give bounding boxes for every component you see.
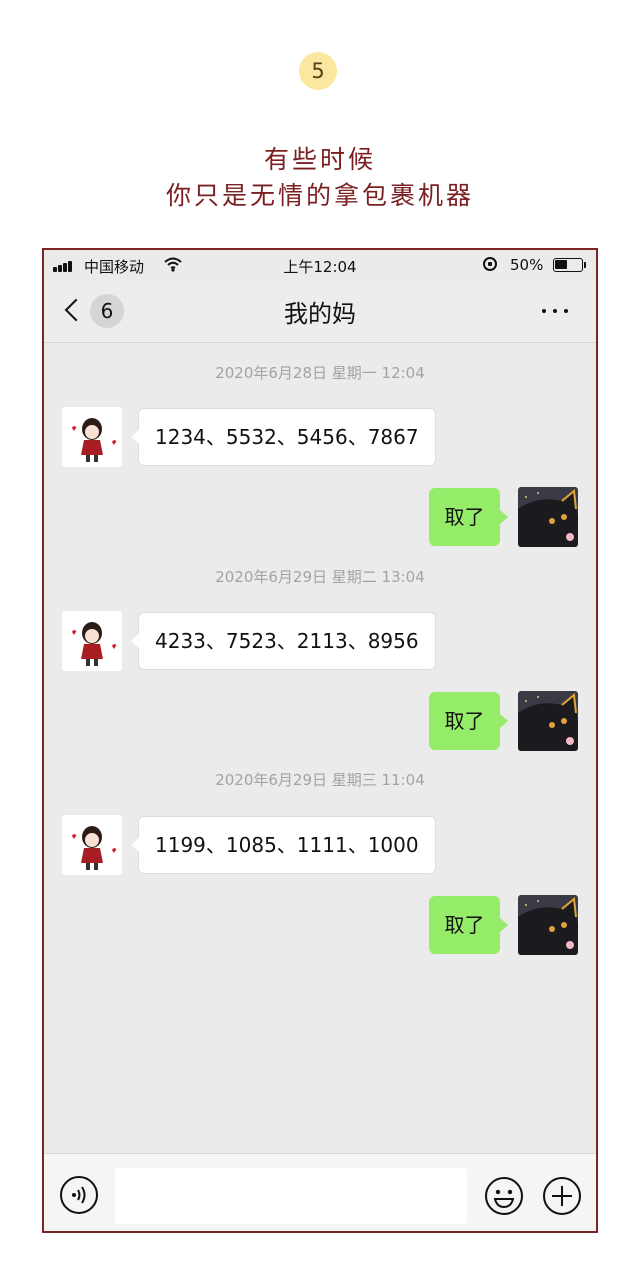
voice-icon[interactable] — [60, 1176, 98, 1214]
message-timestamp: 2020年6月29日 星期二 13:04 — [215, 568, 425, 586]
add-icon[interactable] — [542, 1176, 582, 1216]
battery-cap — [584, 262, 586, 268]
message-timestamp: 2020年6月28日 星期一 12:04 — [215, 364, 425, 382]
chat-navbar: 6 我的妈 — [44, 280, 596, 343]
status-bar: 中国移动 上午12:04 50% — [44, 250, 596, 280]
input-bar — [44, 1153, 596, 1231]
message-input[interactable] — [115, 1168, 467, 1224]
orientation-lock-icon — [483, 257, 497, 271]
my-avatar[interactable] — [518, 691, 578, 751]
emoji-icon[interactable] — [484, 1176, 524, 1216]
phone-screenshot: 中国移动 上午12:04 50% 6 我的妈 2020年6月28日 星期一 12… — [42, 248, 598, 1233]
contact-avatar[interactable] — [62, 407, 122, 467]
step-badge: 5 — [299, 52, 337, 90]
chat-title: 我的妈 — [284, 300, 356, 328]
outgoing-message[interactable]: 取了 — [429, 692, 508, 750]
incoming-message[interactable]: 1199、1085、1111、1000 — [131, 816, 436, 874]
battery-percent: 50% — [510, 256, 544, 274]
contact-avatar[interactable] — [62, 815, 122, 875]
caption-line-2: 你只是无情的拿包裹机器 — [165, 181, 474, 210]
incoming-message[interactable]: 4233、7523、2113、8956 — [131, 612, 436, 670]
outgoing-message[interactable]: 取了 — [429, 488, 508, 546]
battery-level — [555, 260, 567, 269]
message-list[interactable]: 2020年6月28日 星期一 12:04 1234、5532、5456、7867… — [44, 343, 596, 1149]
outgoing-message[interactable]: 取了 — [429, 896, 508, 954]
caption-line-1: 有些时候 — [263, 145, 376, 174]
battery-icon — [553, 258, 583, 272]
contact-avatar[interactable] — [62, 611, 122, 671]
message-timestamp: 2020年6月29日 星期三 11:04 — [215, 771, 425, 789]
more-icon[interactable] — [542, 309, 568, 313]
my-avatar[interactable] — [518, 895, 578, 955]
my-avatar[interactable] — [518, 487, 578, 547]
incoming-message[interactable]: 1234、5532、5456、7867 — [131, 408, 436, 466]
